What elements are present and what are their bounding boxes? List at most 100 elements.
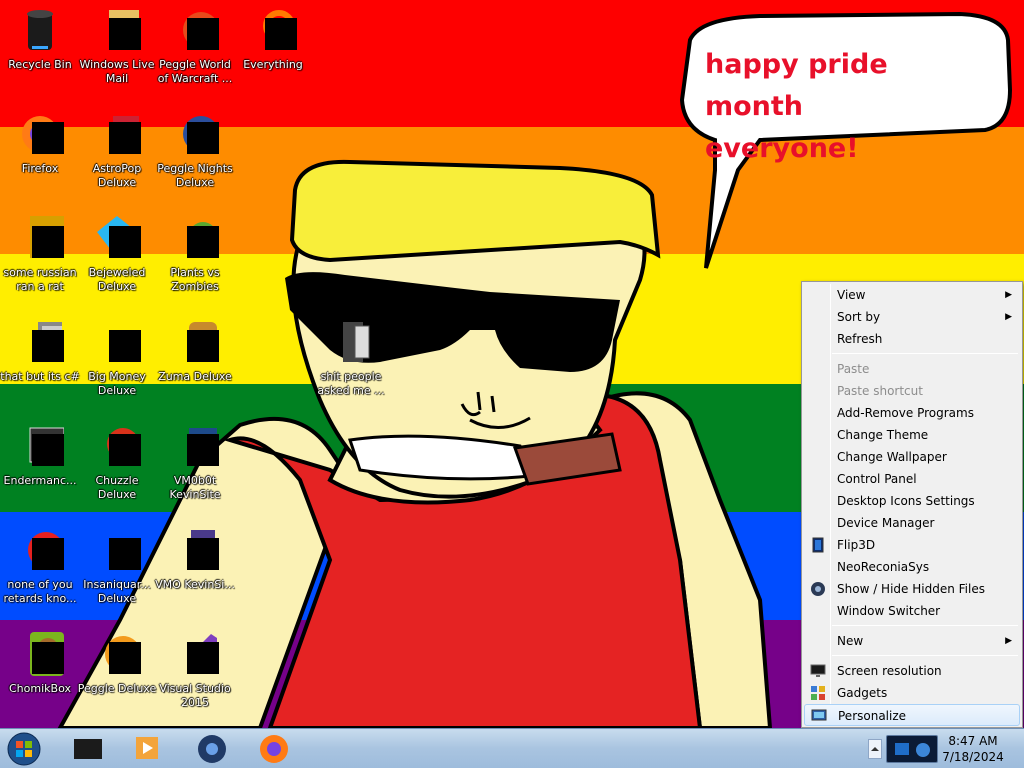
menu-item-view[interactable]: View ▶ — [804, 284, 1020, 306]
tray-icons[interactable] — [886, 735, 938, 763]
desktop-icon-endermanc[interactable]: Endermanc... — [0, 422, 80, 488]
menu-item-paste[interactable]: Paste — [804, 358, 1020, 380]
desktop-icon-windows-live-mail[interactable]: Windows Live Mail — [77, 6, 157, 86]
desktop-icon-everything[interactable]: Everything — [233, 6, 313, 72]
peggle-icon — [171, 6, 219, 54]
mail-icon — [93, 6, 141, 54]
desktop-icon-peggle-nights[interactable]: Peggle Nights Deluxe — [155, 110, 235, 190]
menu-item-paste-shortcut[interactable]: Paste shortcut — [804, 380, 1020, 402]
menu-item-screen-resolution[interactable]: Screen resolution — [804, 660, 1020, 682]
globe-icon — [810, 581, 826, 597]
plant-icon — [171, 214, 219, 262]
peggle-icon — [171, 110, 219, 158]
menu-item-refresh[interactable]: Refresh — [804, 328, 1020, 350]
recycle-bin-icon — [16, 6, 64, 54]
desktop-icon-chuzzle[interactable]: Chuzzle Deluxe — [77, 422, 157, 502]
app-icon — [16, 526, 64, 574]
taskbar-recycle-bin[interactable] — [62, 731, 114, 767]
taskbar-clock[interactable]: 8:47 AM 7/18/2024 — [933, 733, 1013, 765]
menu-item-window-switcher[interactable]: Window Switcher — [804, 600, 1020, 622]
flip3d-icon — [810, 537, 826, 553]
taskbar-globe-app[interactable] — [186, 731, 238, 767]
app-icon — [171, 422, 219, 470]
recycle-bin-icon — [74, 739, 102, 759]
desktop-icon-zuma[interactable]: Zuma Deluxe — [155, 318, 235, 384]
desktop-icon-firefox[interactable]: Firefox — [0, 110, 80, 176]
menu-item-add-remove-programs[interactable]: Add-Remove Programs — [804, 402, 1020, 424]
menu-item-new[interactable]: New ▶ — [804, 630, 1020, 652]
monitor-icon — [810, 663, 826, 679]
game-icon — [93, 110, 141, 158]
bubble-line-2: everyone! — [705, 133, 859, 164]
start-button[interactable] — [4, 731, 44, 767]
desktop-icon-plants-vs-zombies[interactable]: Plants vs Zombies — [155, 214, 235, 294]
show-hidden-icons-button[interactable] — [868, 739, 882, 759]
submenu-arrow-icon: ▶ — [1005, 312, 1012, 322]
volume-icon — [916, 743, 930, 757]
desktop-icon-shit-people-asked[interactable]: shit people asked me ... — [311, 318, 391, 398]
menu-item-gadgets[interactable]: Gadgets — [804, 682, 1020, 704]
clock-time: 8:47 AM — [948, 734, 998, 748]
desktop-icon-recycle-bin[interactable]: Recycle Bin — [0, 6, 80, 72]
speech-bubble-text: happy pride month everyone! — [705, 44, 995, 170]
desktop-icon-peggle-deluxe[interactable]: Peggle Deluxe — [77, 630, 157, 696]
peggle-icon — [93, 630, 141, 678]
windows-logo-icon — [7, 732, 41, 766]
submenu-arrow-icon: ▶ — [1005, 290, 1012, 300]
desktop-context-menu: View ▶ Sort by ▶ Refresh Paste Paste sho… — [801, 281, 1023, 728]
desktop-icon-peggle-wow[interactable]: Peggle World of Warcraft ... — [155, 6, 235, 86]
menu-item-change-wallpaper[interactable]: Change Wallpaper — [804, 446, 1020, 468]
firefox-icon — [16, 110, 64, 158]
bubble-line-1: happy pride month — [705, 49, 888, 122]
taskbar: 8:47 AM 7/18/2024 — [0, 728, 1024, 768]
menu-separator — [832, 655, 1018, 656]
document-icon — [171, 526, 219, 574]
menu-item-neoreconiasys[interactable]: NeoReconiaSys — [804, 556, 1020, 578]
desktop-icon-big-money[interactable]: Big Money Deluxe — [77, 318, 157, 398]
app-icon — [16, 422, 65, 470]
clock-date: 7/18/2024 — [942, 750, 1004, 764]
desktop-icon-vmo-kevinsite[interactable]: VMO KevinSi... — [155, 526, 235, 592]
menu-item-flip3d[interactable]: Flip3D — [804, 534, 1020, 556]
desktop-icon-chomikbox[interactable]: ChomikBox — [0, 630, 80, 696]
gem-icon — [93, 214, 141, 262]
shortcut-icon — [16, 318, 64, 366]
menu-item-personalize[interactable]: Personalize — [804, 704, 1020, 726]
taskbar-firefox[interactable] — [248, 731, 300, 767]
desktop-icon-that-but-its-csharp[interactable]: that but its c# — [0, 318, 80, 384]
firefox-icon — [260, 735, 288, 763]
app-icon: e — [16, 214, 64, 262]
visual-studio-icon — [171, 630, 219, 678]
frog-idol-icon — [171, 318, 219, 366]
gadgets-icon — [810, 685, 826, 701]
fish-icon — [93, 526, 141, 574]
folder-icon — [327, 318, 375, 366]
chevron-up-icon — [871, 747, 879, 751]
menu-separator — [832, 353, 1018, 354]
menu-item-device-manager[interactable]: Device Manager — [804, 512, 1020, 534]
chomikbox-icon — [16, 630, 64, 678]
menu-item-show-hide-hidden-files[interactable]: Show / Hide Hidden Files — [804, 578, 1020, 600]
menu-item-control-panel[interactable]: Control Panel — [804, 468, 1020, 490]
menu-separator — [832, 625, 1018, 626]
money-bag-icon — [93, 318, 141, 366]
desktop-icon-none-of-you[interactable]: none of you retards kno... — [0, 526, 80, 606]
desktop-icon-astropop[interactable]: AstroPop Deluxe — [77, 110, 157, 190]
menu-item-sort-by[interactable]: Sort by ▶ — [804, 306, 1020, 328]
menu-item-desktop-icons-settings[interactable]: Desktop Icons Settings — [804, 490, 1020, 512]
menu-item-change-theme[interactable]: Change Theme — [804, 424, 1020, 446]
personalize-icon — [811, 708, 827, 724]
desktop-icon-bejeweled[interactable]: Bejeweled Deluxe — [77, 214, 157, 294]
desktop-icon-visual-studio[interactable]: Visual Studio 2015 — [155, 630, 235, 710]
desktop-icon-some-russian[interactable]: e some russian ran a rat — [0, 214, 80, 294]
desktop-icon-vm0b0t[interactable]: VM0b0t KevinSite — [155, 422, 235, 502]
search-icon — [249, 6, 297, 54]
submenu-arrow-icon: ▶ — [1005, 636, 1012, 646]
media-player-icon — [136, 737, 158, 759]
teeth — [348, 434, 533, 481]
network-icon — [895, 743, 909, 755]
desktop-icon-insaniquarium[interactable]: Insaniquar... Deluxe — [77, 526, 157, 606]
game-icon — [93, 422, 141, 470]
taskbar-media-player[interactable] — [122, 731, 174, 767]
globe-icon — [198, 735, 226, 763]
